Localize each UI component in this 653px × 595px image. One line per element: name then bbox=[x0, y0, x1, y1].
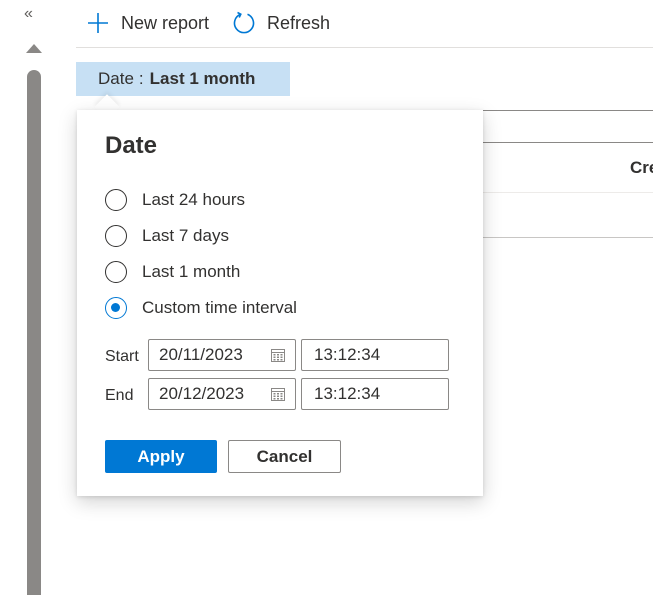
command-bar: New report Refresh bbox=[76, 0, 653, 48]
radio-label: Last 1 month bbox=[142, 262, 241, 281]
collapse-panel-icon[interactable]: « bbox=[24, 4, 33, 24]
filter-separator: : bbox=[138, 69, 144, 88]
new-report-button[interactable]: New report bbox=[86, 9, 209, 37]
table-divider bbox=[483, 110, 653, 111]
refresh-icon bbox=[232, 11, 256, 35]
calendar-icon[interactable] bbox=[261, 379, 295, 409]
new-report-label: New report bbox=[121, 12, 210, 33]
radio-button[interactable] bbox=[105, 225, 127, 247]
filter-key: Date bbox=[98, 69, 134, 88]
calendar-icon[interactable] bbox=[261, 340, 295, 370]
date-filter-pill[interactable]: Date : Last 1 month bbox=[76, 62, 290, 96]
end-time-value: 13:12:34 bbox=[314, 384, 381, 403]
radio-last-1-month[interactable]: Last 1 month bbox=[105, 254, 297, 290]
scrollbar-thumb[interactable] bbox=[27, 70, 41, 595]
radio-custom-time-interval[interactable]: Custom time interval bbox=[105, 290, 297, 326]
date-range-radio-group: Last 24 hours Last 7 days Last 1 month C… bbox=[105, 182, 297, 326]
callout-title: Date bbox=[105, 132, 158, 159]
end-date-input[interactable]: 20/12/2023 bbox=[148, 378, 296, 410]
refresh-label: Refresh bbox=[267, 12, 331, 33]
radio-button[interactable] bbox=[105, 189, 127, 211]
end-date-value: 20/12/2023 bbox=[159, 384, 245, 403]
cancel-button[interactable]: Cancel bbox=[228, 440, 341, 473]
radio-label: Last 7 days bbox=[142, 226, 229, 245]
start-date-input[interactable]: 20/11/2023 bbox=[148, 339, 296, 371]
filter-value: Last 1 month bbox=[149, 69, 256, 88]
end-time-input[interactable]: 13:12:34 bbox=[301, 378, 449, 410]
start-label: Start bbox=[105, 348, 139, 365]
table-divider bbox=[483, 142, 653, 143]
radio-button[interactable] bbox=[105, 261, 127, 283]
plus-icon bbox=[86, 11, 110, 35]
start-time-input[interactable]: 13:12:34 bbox=[301, 339, 449, 371]
table-divider bbox=[483, 237, 653, 238]
end-label: End bbox=[105, 387, 134, 404]
radio-label: Last 24 hours bbox=[142, 190, 246, 209]
date-filter-callout: Date Last 24 hours Last 7 days Last 1 mo… bbox=[77, 110, 483, 496]
table-divider bbox=[483, 192, 653, 193]
start-date-value: 20/11/2023 bbox=[159, 345, 243, 364]
scroll-up-arrow[interactable] bbox=[26, 44, 42, 53]
column-header-created[interactable]: Cre bbox=[630, 158, 653, 178]
radio-last-24-hours[interactable]: Last 24 hours bbox=[105, 182, 297, 218]
radio-button-selected[interactable] bbox=[105, 297, 127, 319]
apply-button[interactable]: Apply bbox=[105, 440, 217, 473]
radio-last-7-days[interactable]: Last 7 days bbox=[105, 218, 297, 254]
radio-label: Custom time interval bbox=[142, 298, 297, 317]
refresh-button[interactable]: Refresh bbox=[232, 9, 330, 37]
start-time-value: 13:12:34 bbox=[314, 345, 381, 364]
